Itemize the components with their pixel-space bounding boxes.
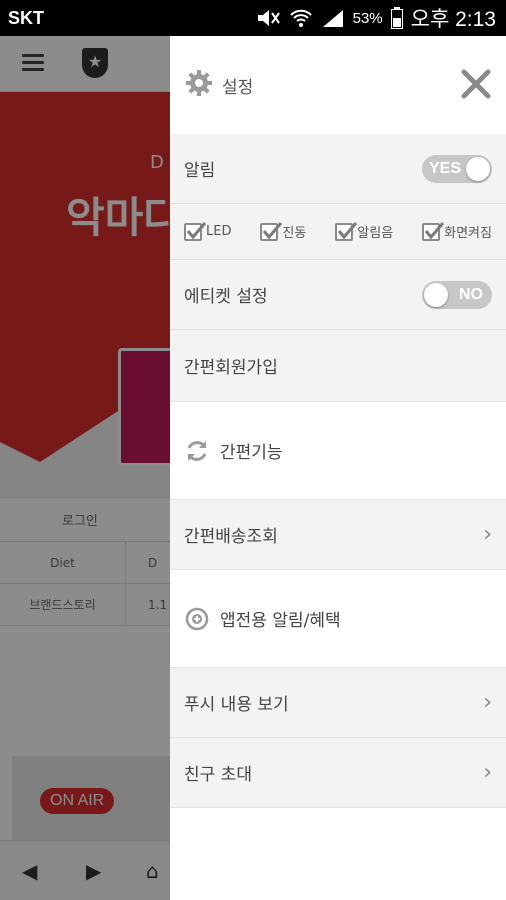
alarm-label: 알림 — [184, 161, 216, 181]
simple-delivery-row[interactable]: 간편배송조회 › — [170, 500, 506, 570]
battery-icon — [390, 7, 403, 29]
mute-icon — [255, 8, 281, 28]
etiquette-row: 에티켓 설정 NO — [170, 260, 506, 330]
checkbox-led[interactable]: LED — [184, 221, 232, 241]
toggle-knob — [466, 156, 490, 181]
checkbox-checked-icon — [184, 221, 207, 241]
invite-friend-label: 친구 초대 — [184, 765, 252, 785]
push-view-label: 푸시 내용 보기 — [184, 695, 289, 715]
simple-join-label: 간편회원가입 — [184, 358, 278, 378]
checkbox-screen-on[interactable]: 화면켜짐 — [422, 221, 492, 241]
status-bar: SKT 53% 오후 2:13 — [0, 0, 506, 36]
wifi-icon — [289, 8, 313, 28]
simple-join-row[interactable]: 간편회원가입 — [170, 330, 506, 402]
settings-drawer: 설정 알림 YES LED 진동 알림음 화면켜짐 에티켓 설정 NO 간편회원… — [170, 36, 506, 900]
alarm-row: 알림 YES — [170, 134, 506, 204]
checkbox-vibration[interactable]: 진동 — [260, 221, 307, 241]
gear-icon — [184, 68, 214, 102]
alarm-options: LED 진동 알림음 화면켜짐 — [170, 204, 506, 260]
app-alarm-label: 앱전용 알림/혜택 — [220, 611, 341, 631]
checkbox-label: 화면켜짐 — [444, 226, 492, 241]
etiquette-toggle[interactable]: NO — [422, 280, 492, 309]
etiquette-label: 에티켓 설정 — [184, 287, 268, 307]
app-alarm-section: 앱전용 알림/혜택 — [170, 570, 506, 668]
simple-function-label: 간편기능 — [220, 443, 283, 463]
signal-icon — [321, 8, 345, 28]
refresh-icon — [184, 438, 210, 464]
checkbox-label: 알림음 — [357, 226, 394, 241]
carrier-label: SKT — [8, 7, 44, 28]
chevron-right-icon: › — [483, 759, 492, 785]
drawer-header: 설정 — [170, 36, 506, 134]
alarm-toggle-text: YES — [429, 159, 462, 177]
toggle-knob — [424, 282, 448, 307]
simple-function-section: 간편기능 — [170, 402, 506, 500]
push-view-row[interactable]: 푸시 내용 보기 › — [170, 668, 506, 738]
drawer-title: 설정 — [222, 77, 254, 98]
chevron-right-icon: › — [483, 689, 492, 715]
etiquette-toggle-text: NO — [459, 285, 483, 303]
close-icon[interactable] — [460, 68, 492, 100]
checkbox-checked-icon — [260, 221, 283, 241]
simple-delivery-label: 간편배송조회 — [184, 527, 278, 547]
checkbox-label: LED — [206, 224, 232, 239]
checkbox-label: 진동 — [282, 226, 307, 241]
plus-circle-icon — [184, 606, 210, 632]
alarm-toggle[interactable]: YES — [422, 154, 492, 183]
checkbox-checked-icon — [422, 221, 445, 241]
checkbox-checked-icon — [335, 221, 358, 241]
invite-friend-row[interactable]: 친구 초대 › — [170, 738, 506, 808]
battery-percent: 53% — [352, 9, 383, 27]
clock: 오후 2:13 — [410, 8, 496, 31]
checkbox-sound[interactable]: 알림음 — [335, 221, 394, 241]
chevron-right-icon: › — [483, 521, 492, 547]
